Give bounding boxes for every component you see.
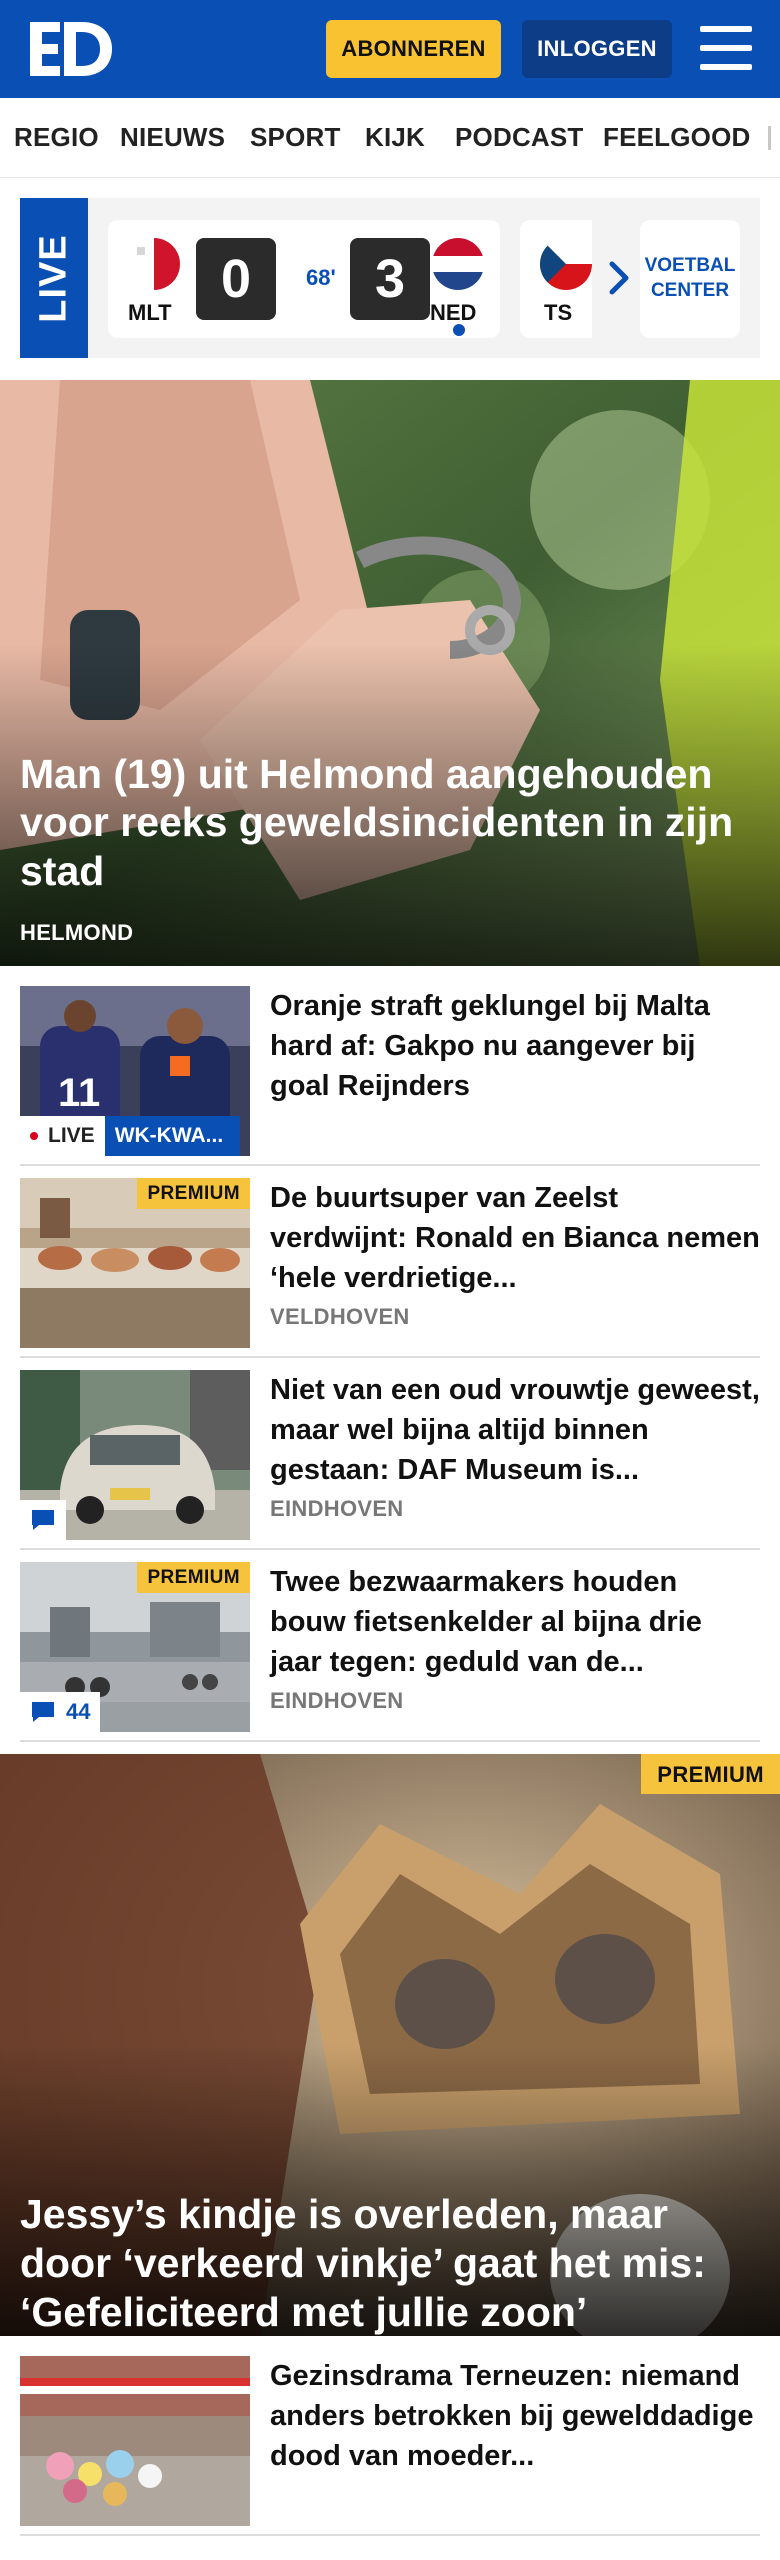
comment-icon: [32, 1510, 54, 1530]
list-item[interactable]: 11 LIVE WK-KWA... Oranje straft geklunge…: [20, 986, 760, 1166]
feature-article[interactable]: PREMIUM Jessy’s kindje is overleden, maa…: [0, 1754, 780, 2336]
away-score: 3: [350, 238, 430, 320]
login-button[interactable]: INLOGGEN: [522, 20, 672, 78]
article-title[interactable]: Niet van een oud vrouwtje geweest, maar …: [270, 1370, 760, 1490]
subscribe-button[interactable]: ABONNEREN: [326, 20, 501, 78]
article-title[interactable]: Oranje straft geklungel bij Malta hard a…: [270, 986, 760, 1106]
nav-item-nieuws[interactable]: NIEUWS: [120, 122, 225, 153]
article-thumbnail: PREMIUM: [20, 1178, 250, 1348]
hero-article[interactable]: Man (19) uit Helmond aangehouden voor re…: [0, 380, 780, 966]
nav-item-kijk[interactable]: KIJK: [365, 122, 425, 153]
article-thumbnail: 11 LIVE WK-KWA...: [20, 986, 250, 1156]
list-item[interactable]: PREMIUM De buurtsuper van Zeelst verdwij…: [20, 1178, 760, 1358]
hero-title[interactable]: Man (19) uit Helmond aangehouden voor re…: [20, 750, 760, 895]
home-score: 0: [196, 238, 276, 320]
ed-logo[interactable]: [28, 20, 114, 78]
comment-icon: [32, 1702, 54, 1722]
nav-item-regio[interactable]: REGIO: [14, 122, 99, 153]
article-kicker: EINDHOVEN: [270, 1688, 404, 1713]
next-match-team: TS: [544, 300, 573, 325]
article-title[interactable]: Gezinsdrama Terneuzen: niemand anders be…: [270, 2356, 760, 2476]
main-nav: REGIO NIEUWS SPORT KIJK PODCAST FEELGOOD: [0, 98, 780, 178]
comment-count: 44: [66, 1699, 91, 1724]
article-kicker: VELDHOVEN: [270, 1304, 410, 1329]
article-title[interactable]: De buurtsuper van Zeelst verdwijnt: Rona…: [270, 1178, 760, 1298]
hero-kicker: HELMOND: [20, 920, 134, 945]
next-match-card[interactable]: TS: [520, 220, 592, 338]
feature-title[interactable]: Jessy’s kindje is overleden, maar door ‘…: [20, 2190, 770, 2336]
nav-overflow-indicator: [768, 126, 771, 150]
comment-badge: 44: [20, 1692, 101, 1732]
svg-text:11: 11: [58, 1071, 100, 1115]
nav-item-feelgood[interactable]: FEELGOOD: [603, 122, 751, 153]
article-thumbnail: [20, 2356, 250, 2526]
premium-badge: PREMIUM: [137, 1562, 250, 1593]
article-title[interactable]: Twee bezwaarmakers houden bouw fietsenke…: [270, 1562, 760, 1682]
hamburger-icon[interactable]: [700, 26, 752, 70]
nav-item-podcast[interactable]: PODCAST: [455, 122, 584, 153]
voetbal-center-link[interactable]: VOETBAL CENTER: [640, 220, 740, 338]
malta-flag-icon: [128, 238, 180, 290]
netherlands-flag-icon: [432, 238, 484, 290]
live-scores-widget: LIVE MLT 0 68' 3 NED TS VOETBAL CENTER: [20, 198, 760, 358]
live-badge: LIVE WK-KWA...: [20, 1116, 240, 1156]
premium-badge: PREMIUM: [641, 1754, 780, 1794]
premium-badge: PREMIUM: [137, 1178, 250, 1209]
match-minute: 68': [306, 265, 336, 290]
article-kicker: EINDHOVEN: [270, 1496, 404, 1521]
match-card[interactable]: MLT 0 68' 3 NED: [108, 220, 500, 338]
live-tab[interactable]: LIVE: [20, 198, 88, 358]
list-item[interactable]: Gezinsdrama Terneuzen: niemand anders be…: [20, 2356, 760, 2536]
away-team: NED: [430, 300, 477, 325]
article-thumbnail: PREMIUM 44: [20, 1562, 250, 1732]
list-item[interactable]: Niet van een oud vrouwtje geweest, maar …: [20, 1370, 760, 1550]
site-header: ABONNEREN INLOGGEN: [0, 0, 780, 98]
list-item[interactable]: PREMIUM 44 Twee bezwaarmakers houden bou…: [20, 1562, 760, 1742]
comment-badge: [20, 1500, 66, 1540]
czech-flag-icon: [540, 238, 592, 290]
home-team: MLT: [128, 300, 172, 325]
article-thumbnail: [20, 1370, 250, 1540]
nav-item-sport[interactable]: SPORT: [250, 122, 341, 153]
